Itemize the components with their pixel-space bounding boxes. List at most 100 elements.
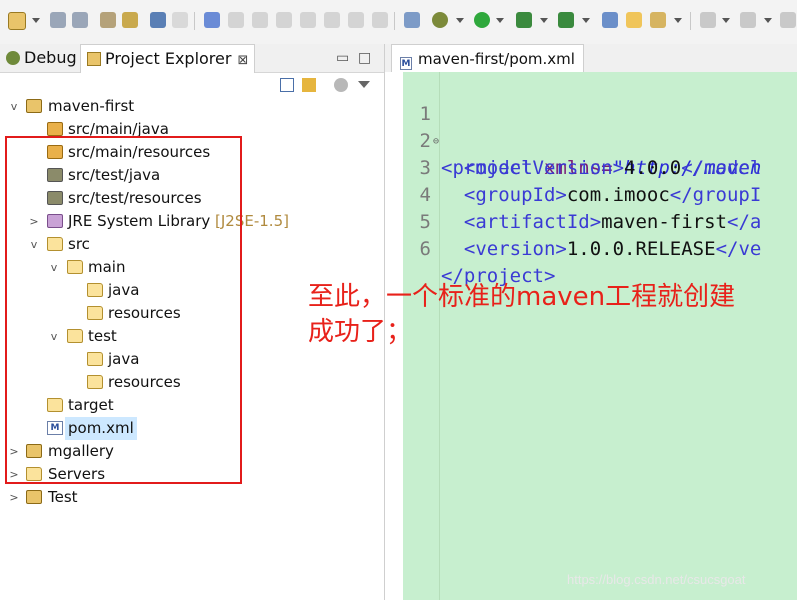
tab-project-explorer[interactable]: Project Explorer ⊠ bbox=[80, 44, 256, 73]
tree-item-label: src/main/java bbox=[68, 120, 169, 138]
save-icon[interactable] bbox=[50, 12, 66, 28]
new-icon[interactable] bbox=[8, 12, 26, 30]
code-text: <modelVersion>4.0.0</model bbox=[441, 157, 762, 179]
tree-item-label: pom.xml bbox=[65, 417, 137, 440]
console-icon[interactable] bbox=[150, 12, 166, 28]
chevron-down-icon[interactable] bbox=[32, 18, 40, 23]
code-line[interactable]: 5 <version>1.0.0.RELEASE</ve bbox=[403, 182, 762, 260]
terminate-icon[interactable] bbox=[276, 12, 292, 28]
chevron-right-icon[interactable]: > bbox=[8, 463, 20, 486]
chevron-down-icon[interactable] bbox=[674, 18, 682, 23]
tab-debug-label: Debug bbox=[24, 48, 77, 67]
tree-item-label: java bbox=[108, 350, 140, 368]
tree-item-label: test bbox=[88, 327, 117, 345]
chevron-down-icon[interactable] bbox=[540, 18, 548, 23]
suspend-icon[interactable] bbox=[252, 12, 268, 28]
tree-item-label: src/test/resources bbox=[68, 189, 202, 207]
back-icon[interactable] bbox=[780, 12, 796, 28]
step-into-icon[interactable] bbox=[324, 12, 340, 28]
close-icon[interactable]: ⊠ bbox=[237, 53, 248, 68]
tree-item-label: Servers bbox=[48, 465, 106, 483]
library-icon bbox=[47, 214, 63, 228]
library-decoration: [J2SE-1.5] bbox=[215, 212, 289, 230]
toolbar-separator bbox=[690, 12, 691, 30]
open-folder-icon[interactable] bbox=[626, 12, 642, 28]
tab-pom-xml[interactable]: Mmaven-first/pom.xml bbox=[391, 44, 584, 73]
pen-icon[interactable] bbox=[650, 12, 666, 28]
chevron-down-icon[interactable] bbox=[764, 18, 772, 23]
step-over-icon[interactable] bbox=[348, 12, 364, 28]
properties-icon[interactable] bbox=[100, 12, 116, 28]
source-folder-icon bbox=[47, 191, 63, 205]
collapse-all-icon[interactable] bbox=[280, 78, 294, 92]
external-tools-icon[interactable] bbox=[558, 12, 574, 28]
use-step-filters-icon[interactable] bbox=[404, 12, 420, 28]
chevron-down-icon[interactable]: v bbox=[48, 325, 60, 348]
chevron-down-icon[interactable] bbox=[456, 18, 464, 23]
chevron-down-icon[interactable]: v bbox=[28, 233, 40, 256]
code-line[interactable]: 3 <groupId>com.imooc</groupI bbox=[403, 128, 762, 206]
resume-icon[interactable] bbox=[228, 12, 244, 28]
folder-icon bbox=[87, 352, 103, 366]
main-toolbar bbox=[0, 0, 797, 45]
code-line[interactable]: 2 <modelVersion>4.0.0</model bbox=[403, 101, 762, 179]
tree-item-label: src/main/resources bbox=[68, 143, 211, 161]
folder-icon bbox=[87, 375, 103, 389]
next-annotation-icon[interactable] bbox=[700, 12, 716, 28]
code-text: <artifactId>maven-first</a bbox=[441, 211, 762, 233]
debug-icon[interactable] bbox=[432, 12, 448, 28]
xml-file-icon: M bbox=[400, 57, 412, 70]
maven-project-icon bbox=[26, 99, 42, 113]
chevron-right-icon[interactable]: > bbox=[28, 210, 40, 233]
minimize-button[interactable]: ▭ bbox=[336, 50, 349, 66]
tree-item-label: main bbox=[88, 258, 126, 276]
tree-item-label: JRE System Library [J2SE-1.5] bbox=[68, 210, 289, 233]
skip-breakpoints-icon[interactable] bbox=[204, 12, 220, 28]
code-text: <version>1.0.0.RELEASE</ve bbox=[441, 238, 762, 260]
coverage-icon[interactable] bbox=[516, 12, 532, 28]
chevron-right-icon[interactable]: > bbox=[8, 486, 20, 509]
source-folder-icon bbox=[47, 122, 63, 136]
chevron-down-icon[interactable] bbox=[722, 18, 730, 23]
run-icon[interactable] bbox=[474, 12, 490, 28]
project-explorer-icon bbox=[87, 52, 101, 66]
annotation-line-2: 成功了； bbox=[308, 317, 413, 347]
chevron-right-icon[interactable]: > bbox=[8, 440, 20, 463]
line-number: 6 bbox=[419, 238, 431, 260]
tree-item-label: src bbox=[68, 235, 90, 253]
tree-item-label: java bbox=[108, 281, 140, 299]
filter-icon[interactable] bbox=[334, 78, 348, 92]
folder-icon bbox=[87, 283, 103, 297]
chevron-down-icon[interactable] bbox=[496, 18, 504, 23]
tree-item-label: target bbox=[68, 396, 114, 414]
new-project-icon[interactable] bbox=[602, 12, 618, 28]
tab-debug[interactable]: Debug bbox=[6, 44, 77, 72]
step-return-icon[interactable] bbox=[372, 12, 388, 28]
folder-icon bbox=[67, 329, 83, 343]
annotation-line-1: 至此，一个标准的maven工程就创建 bbox=[308, 282, 736, 312]
toolbar-separator bbox=[394, 12, 395, 30]
debug-icon bbox=[6, 51, 20, 65]
folder-icon bbox=[67, 260, 83, 274]
tree-item-label: src/test/java bbox=[68, 166, 161, 184]
chevron-down-icon[interactable] bbox=[582, 18, 590, 23]
editor-tab-label: maven-first/pom.xml bbox=[418, 50, 575, 68]
disconnect-icon[interactable] bbox=[300, 12, 316, 28]
previous-annotation-icon[interactable] bbox=[740, 12, 756, 28]
chevron-down-icon[interactable]: v bbox=[8, 95, 20, 118]
chevron-down-icon[interactable]: v bbox=[48, 256, 60, 279]
maximize-button[interactable]: □ bbox=[358, 50, 371, 66]
code-line[interactable]: 6 </project> bbox=[403, 209, 556, 287]
link-with-editor-icon[interactable] bbox=[302, 78, 316, 92]
save-all-icon[interactable] bbox=[72, 12, 88, 28]
view-menu-icon[interactable] bbox=[358, 81, 370, 88]
xml-file-icon: M bbox=[47, 421, 63, 435]
watermark: https://blog.csdn.net/csucsgoat bbox=[567, 572, 746, 587]
cut-icon[interactable] bbox=[172, 12, 188, 28]
source-folder-icon bbox=[47, 168, 63, 182]
link-icon[interactable] bbox=[122, 12, 138, 28]
tree-item-label: resources bbox=[108, 304, 181, 322]
code-line[interactable]: 1 ⊖ <project xmlns="http://maven bbox=[403, 74, 762, 179]
annotation-text: 至此，一个标准的maven工程就创建 成功了； bbox=[308, 280, 797, 350]
code-line[interactable]: 4 <artifactId>maven-first</a bbox=[403, 155, 762, 233]
